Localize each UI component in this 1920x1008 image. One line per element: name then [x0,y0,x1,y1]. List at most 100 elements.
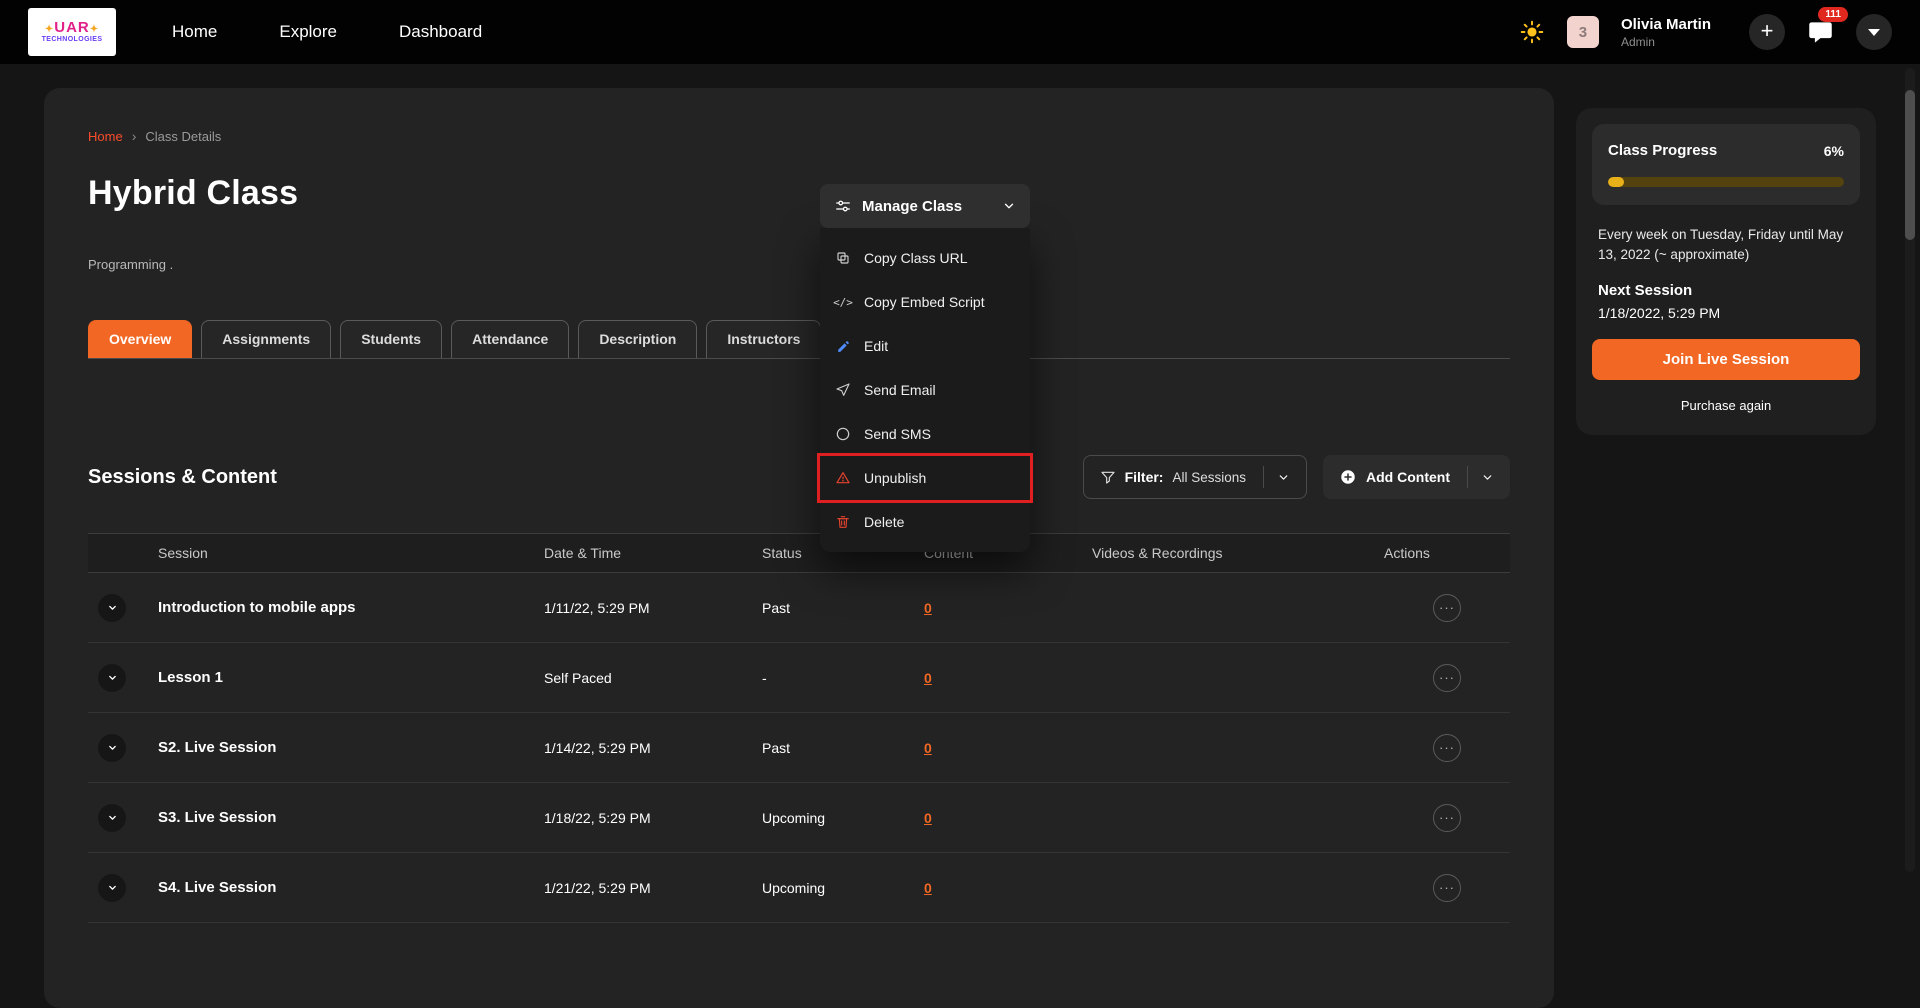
progress-title: Class Progress [1608,142,1718,159]
manage-class-label: Manage Class [862,197,963,215]
table-row: S3. Live Session 1/18/22, 5:29 PM Upcomi… [88,783,1510,853]
session-datetime: 1/14/22, 5:29 PM [544,739,651,756]
content-count-link[interactable]: 0 [924,670,932,686]
trash-icon [834,514,852,530]
row-actions-button[interactable]: ··· [1433,593,1461,622]
class-schedule: Every week on Tuesday, Friday until May … [1598,227,1844,262]
sun-icon[interactable] [1519,19,1545,45]
tab-overview[interactable]: Overview [88,320,193,358]
session-name: S2. Live Session [158,739,277,756]
expand-row-button[interactable] [98,593,126,622]
filter-value: All Sessions [1172,469,1247,485]
join-live-session-button[interactable]: Join Live Session [1592,339,1860,381]
menu-item-label: Send Email [864,382,936,398]
nav-link-explore[interactable]: Explore [279,22,337,42]
star-icon: ✦ [44,23,55,35]
top-navbar: ✦UAR✦ TECHNOLOGIES Home Explore Dashboar… [0,0,1920,64]
table-header: Session Date & Time Status Content Video… [88,533,1510,573]
nav-link-home[interactable]: Home [172,22,217,42]
session-status: Past [762,599,791,616]
breadcrumb-separator-icon: › [131,128,137,144]
uar-logo[interactable]: ✦UAR✦ TECHNOLOGIES [28,8,116,56]
progress-percent: 6% [1823,142,1844,159]
row-actions-button[interactable]: ··· [1433,663,1461,692]
add-button[interactable]: + [1749,14,1785,50]
expand-row-button[interactable] [98,873,126,902]
table-row: S2. Live Session 1/14/22, 5:29 PM Past 0… [88,713,1510,783]
user-block[interactable]: Olivia Martin Admin [1621,16,1711,49]
next-session-value: 1/18/2022, 5:29 PM [1598,305,1721,322]
messages-button[interactable]: 111 [1807,6,1848,46]
add-content-button[interactable]: Add Content [1323,455,1510,499]
menu-item-copy-embed-script[interactable]: </> Copy Embed Script [820,280,1030,324]
warning-icon [834,470,852,486]
tab-description[interactable]: Description [578,320,698,358]
row-actions-button[interactable]: ··· [1433,803,1461,832]
page-body: Home › Class Details Hybrid Class Progra… [0,64,1920,1008]
page-title: Hybrid Class [88,174,299,212]
menu-item-edit[interactable]: Edit [820,324,1030,368]
nav-links: Home Explore Dashboard [172,22,482,42]
expand-row-button[interactable] [98,663,126,692]
row-actions-button[interactable]: ··· [1433,733,1461,762]
menu-item-send-email[interactable]: Send Email [820,368,1030,412]
breadcrumb-home[interactable]: Home [88,129,123,144]
breadcrumb-current: Class Details [145,128,222,144]
chevron-down-icon [1481,471,1494,484]
session-name: S3. Live Session [158,809,277,826]
progress-header: Class Progress 6% [1592,124,1860,205]
chevron-down-icon [106,881,119,894]
navbar-right: 3 Olivia Martin Admin + 111 [1519,6,1892,50]
tab-assignments[interactable]: Assignments [201,320,332,358]
user-role: Admin [1620,34,1655,49]
chevron-down-icon [106,741,119,754]
divider [1263,466,1265,488]
send-icon [834,382,852,398]
breadcrumb: Home › Class Details [88,128,1510,144]
session-name: S4. Live Session [158,879,277,896]
logo-subtitle: TECHNOLOGIES [41,36,103,44]
menu-item-unpublish[interactable]: Unpublish [817,453,1033,503]
filter-button[interactable]: Filter: All Sessions [1082,455,1308,499]
tab-students[interactable]: Students [340,320,443,358]
purchase-again-link[interactable]: Purchase again [1592,398,1860,413]
divider [1467,466,1468,488]
next-session-label: Next Session [1598,282,1693,300]
tab-instructors[interactable]: Instructors [706,320,822,358]
code-icon: </> [833,295,853,309]
navbar-menu-button[interactable] [1856,14,1892,50]
messages-badge: 111 [1818,6,1848,22]
content-count-link[interactable]: 0 [924,740,932,756]
menu-item-label: Send SMS [864,426,931,442]
chevron-down-icon [106,601,119,614]
content-count-link[interactable]: 0 [924,880,932,896]
row-actions-button[interactable]: ··· [1433,873,1461,902]
class-tabs: Overview Assignments Students Attendance… [88,320,1510,359]
column-videos: Videos & Recordings [1092,545,1223,561]
sessions-section-actions: Filter: All Sessions Add Content [1082,455,1510,499]
user-name: Olivia Martin [1620,15,1711,33]
expand-row-button[interactable] [98,803,126,832]
session-status: Upcoming [762,809,826,826]
menu-item-delete[interactable]: Delete [820,500,1030,544]
content-count-link[interactable]: 0 [924,810,932,826]
menu-item-copy-class-url[interactable]: Copy Class URL [820,236,1030,280]
content-count-link[interactable]: 0 [924,600,932,616]
sessions-section-header: Sessions & Content Filter: All Sessions [88,455,1510,499]
avatar[interactable]: 3 [1566,16,1599,48]
nav-link-dashboard[interactable]: Dashboard [399,22,482,42]
expand-row-button[interactable] [98,733,126,762]
add-content-label: Add Content [1366,469,1450,485]
manage-class-button[interactable]: Manage Class [820,184,1030,228]
table-row: S4. Live Session 1/21/22, 5:29 PM Upcomi… [88,853,1510,923]
session-datetime: 1/21/22, 5:29 PM [544,879,651,896]
copy-icon [834,250,852,266]
scrollbar-thumb[interactable] [1905,90,1915,240]
plus-circle-icon [1339,468,1357,486]
plus-icon: + [1760,18,1774,43]
chevron-down-icon [1277,471,1290,484]
tab-attendance[interactable]: Attendance [451,320,570,358]
session-name: Lesson 1 [158,669,224,686]
menu-item-send-sms[interactable]: Send SMS [820,412,1030,456]
chat-bubble-icon [1807,19,1834,46]
